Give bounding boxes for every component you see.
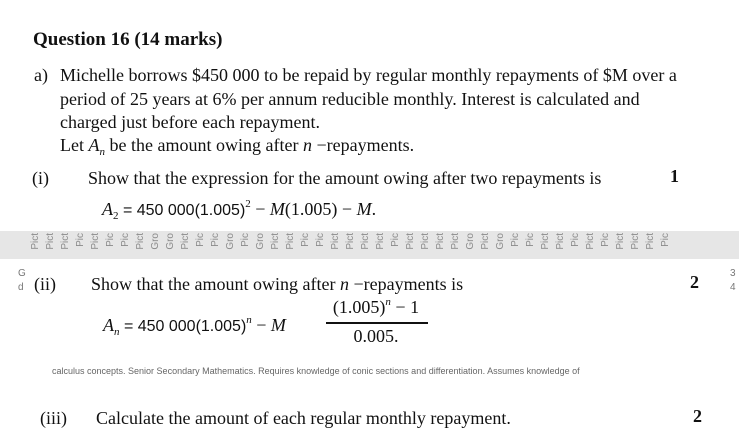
edge-mark-right-top: 3	[730, 268, 736, 279]
overlay-strip-label: Gro	[165, 233, 176, 250]
overlay-strip-label: Pic	[105, 233, 116, 247]
edge-mark-left-bottom: d	[18, 282, 24, 293]
eq-ii-rhs-b: −	[251, 315, 271, 335]
overlay-strip-label: Pict	[585, 233, 596, 250]
part-a-label: a)	[34, 65, 48, 85]
overlay-strip-label: Pict	[135, 233, 146, 250]
overlay-strip-label: Pic	[510, 233, 521, 247]
part-i-text: Show that the expression for the amount …	[88, 168, 602, 188]
fraction-denominator: 0.005.	[353, 326, 399, 346]
eq-ii-lhs-var: A	[103, 315, 114, 335]
part-ii-n: n	[339, 274, 349, 294]
overlay-strip-label: Gro	[150, 233, 161, 250]
eq-ii-m: M	[270, 315, 286, 335]
part-i-label: (i)	[32, 168, 49, 188]
overlay-strip-label: Pic	[210, 233, 221, 247]
overlay-strip-label: Pic	[75, 233, 86, 247]
overlay-strip-label: Pict	[645, 233, 656, 250]
overlay-strip-label: Pic	[390, 233, 401, 247]
overlay-strip-label: Pic	[195, 233, 206, 247]
part-a-line-2: period of 25 years at 6% per annum reduc…	[60, 89, 640, 109]
overlay-strip-label: Pict	[435, 233, 446, 250]
overlay-strip-label: Pict	[285, 233, 296, 250]
overlay-strip-label: Pict	[375, 233, 386, 250]
overlay-strip-label: Pict	[555, 233, 566, 250]
overlay-strip-label: Pic	[240, 233, 251, 247]
part-iii-label: (iii)	[40, 408, 67, 428]
overlay-strip-label: Pic	[300, 233, 311, 247]
question-title: Question 16 (14 marks)	[33, 29, 223, 50]
eq-ii-rhs-a: = 450 000(1.005)	[119, 318, 247, 335]
part-iii-marks: 2	[693, 406, 702, 426]
eq-i-rhs-c: (1.005) −	[284, 199, 357, 219]
overlay-strip-label: Pic	[600, 233, 611, 247]
repayments-text: −repayments.	[311, 135, 415, 155]
overlay-strip-label: Pic	[120, 233, 131, 247]
part-ii-text-post: −repayments is	[348, 274, 464, 294]
eq-i-m: M	[269, 199, 285, 219]
overlay-caption-text: calculus concepts. Senior Secondary Math…	[52, 366, 580, 376]
overlay-strip-label: Pic	[660, 233, 671, 247]
overlay-strip-label: Pict	[615, 233, 626, 250]
overlay-strip-label: Pic	[525, 233, 536, 247]
overlay-strip-label: Pict	[345, 233, 356, 250]
part-ii-equation-lhs: An = 450 000(1.005)n − M	[103, 314, 286, 338]
overlay-strip-label: Pict	[60, 233, 71, 250]
fraction-numerator: (1.005)n − 1	[324, 296, 428, 318]
overlay-label-strip: Pict Pict Pict Pic Pict Pic Pic Pict Gro Gro Pict P…	[0, 231, 739, 259]
part-a-line-4: Let An be the amount owing after n −repa…	[60, 133, 414, 164]
let-text: Let	[60, 135, 89, 155]
overlay-strip-label: Gro	[225, 233, 236, 250]
overlay-strip-label: Pict	[420, 233, 431, 250]
part-ii-text: Show that the amount owing after n −repa…	[91, 272, 463, 296]
eq-i-m2: M	[356, 199, 372, 219]
eq-i-rhs-a: = 450 000(1.005)	[118, 202, 246, 219]
var-n: n	[302, 135, 312, 155]
overlay-strip-label: Pict	[330, 233, 341, 250]
frac-num-b: − 1	[390, 297, 420, 317]
part-a-line-3: charged just before each repayment.	[60, 112, 321, 132]
overlay-strip-label: Pict	[45, 233, 56, 250]
overlay-strip-label: Gro	[255, 233, 266, 250]
edge-mark-left-top: G	[18, 268, 26, 279]
fraction-bar	[326, 322, 428, 324]
eq-i-rhs-d: .	[371, 199, 377, 219]
part-i-marks: 1	[670, 166, 679, 186]
part-a-line-1: Michelle borrows $450 000 to be repaid b…	[60, 65, 677, 85]
overlay-strip-label: Pict	[270, 233, 281, 250]
overlay-strip-label: Pict	[30, 233, 41, 250]
overlay-strip-label: Pict	[360, 233, 371, 250]
part-ii-marks: 2	[690, 272, 699, 292]
owing-text: be the amount owing after	[105, 135, 303, 155]
overlay-strip-label: Pict	[450, 233, 461, 250]
overlay-strip-label: Pic	[570, 233, 581, 247]
part-ii-text-pre: Show that the amount owing after	[91, 274, 340, 294]
edge-mark-right-bottom: 4	[730, 282, 736, 293]
part-ii-label: (ii)	[34, 274, 56, 294]
overlay-strip-label: Pict	[90, 233, 101, 250]
var-a: A	[88, 135, 100, 155]
overlay-strip-label: Pict	[405, 233, 416, 250]
part-iii-text: Calculate the amount of each regular mon…	[96, 408, 511, 428]
overlay-strip-label: Gro	[495, 233, 506, 250]
eq-i-lhs-var: A	[102, 199, 113, 219]
frac-num-a: (1.005)	[332, 297, 386, 317]
overlay-strip-label: Gro	[465, 233, 476, 250]
overlay-strip-label: Pic	[315, 233, 326, 247]
overlay-strip-label: Pict	[480, 233, 491, 250]
overlay-strip-label: Pict	[630, 233, 641, 250]
part-i-equation: A2 = 450 000(1.005)2 − M(1.005) − M.	[102, 198, 376, 222]
overlay-strip-label: Pict	[540, 233, 551, 250]
overlay-strip-label: Pict	[180, 233, 191, 250]
eq-i-rhs-b: −	[250, 199, 270, 219]
